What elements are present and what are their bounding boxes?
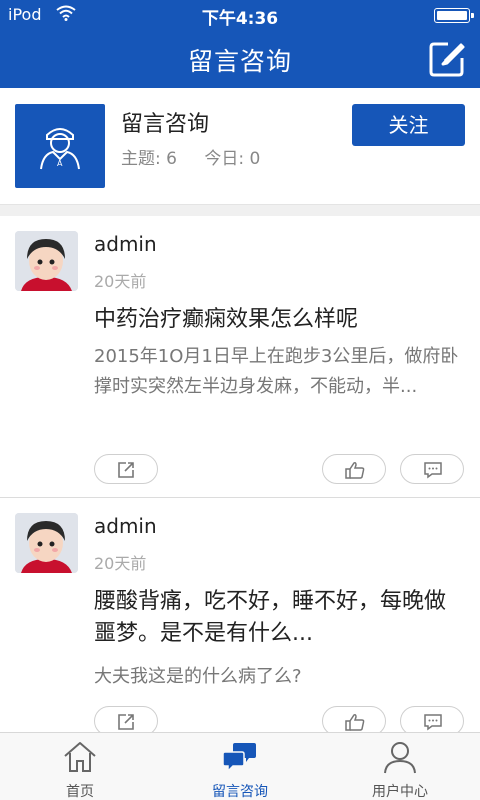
post-title[interactable]: 腰酸背痛，吃不好，睡不好，每晚做噩梦。是不是有什么... — [94, 586, 466, 650]
post-title[interactable]: 中药治疗癫痫效果怎么样呢 — [94, 304, 466, 336]
tab-home-label: 首页 — [66, 784, 94, 800]
section-divider — [0, 204, 480, 216]
forum-avatar: A — [15, 104, 105, 188]
user-avatar-icon — [15, 231, 78, 291]
comment-icon — [424, 714, 442, 731]
status-bar: iPod 下午4:36 — [0, 0, 480, 30]
post-item[interactable]: admin 20天前 腰酸背痛，吃不好，睡不好，每晚做噩梦。是不是有什么... … — [0, 498, 480, 736]
svg-text:A: A — [57, 159, 63, 168]
post-excerpt: 2015年1O月1日早上在跑步3公里后，做府卧撑时实突然左半边身发麻，不能动，半… — [94, 346, 459, 397]
page-title: 留言咨询 — [187, 47, 292, 76]
forum-stats: 主题: 6 今日: 0 — [121, 144, 282, 169]
avatar[interactable] — [15, 231, 78, 291]
thumbs-up-icon — [345, 714, 365, 731]
avatar[interactable] — [15, 513, 78, 573]
share-icon — [118, 462, 134, 478]
home-icon — [64, 742, 96, 772]
tab-bar: 首页 留言咨询 用户中心 — [0, 732, 480, 800]
doctor-icon: A — [40, 128, 80, 170]
forum-header: A 留言咨询 主题: 6 今日: 0 关注 — [0, 88, 480, 204]
share-icon — [118, 714, 134, 730]
post-time: 20天前 — [94, 272, 147, 291]
post-time: 20天前 — [94, 554, 147, 573]
tab-user-center-label: 用户中心 — [372, 784, 428, 800]
today-count: 今日: 0 — [204, 149, 261, 169]
compose-icon[interactable] — [428, 40, 466, 78]
chat-icon — [222, 743, 256, 773]
post-author[interactable]: admin — [94, 232, 157, 256]
forum-name: 留言咨询 — [121, 112, 210, 137]
comment-button[interactable] — [400, 454, 464, 484]
follow-button[interactable]: 关注 — [352, 104, 465, 146]
status-time: 下午4:36 — [201, 9, 279, 29]
tab-consult[interactable]: 留言咨询 — [160, 733, 320, 800]
share-button[interactable] — [94, 454, 158, 484]
tab-user-center[interactable]: 用户中心 — [320, 733, 480, 800]
tab-home[interactable]: 首页 — [0, 733, 160, 800]
post-author[interactable]: admin — [94, 514, 157, 538]
user-icon — [384, 742, 416, 774]
comment-icon — [424, 462, 442, 479]
battery-icon — [434, 8, 474, 23]
user-avatar-icon — [15, 513, 78, 573]
post-item[interactable]: admin 20天前 中药治疗癫痫效果怎么样呢 2015年1O月1日早上在跑步3… — [0, 216, 480, 498]
tab-consult-label: 留言咨询 — [212, 784, 268, 800]
like-button[interactable] — [322, 454, 386, 484]
navigation-bar: 留言咨询 — [0, 30, 480, 88]
topic-count: 主题: 6 — [121, 149, 177, 169]
thumbs-up-icon — [345, 462, 365, 479]
post-excerpt: 大夫我这是的什么病了么? — [94, 666, 302, 687]
